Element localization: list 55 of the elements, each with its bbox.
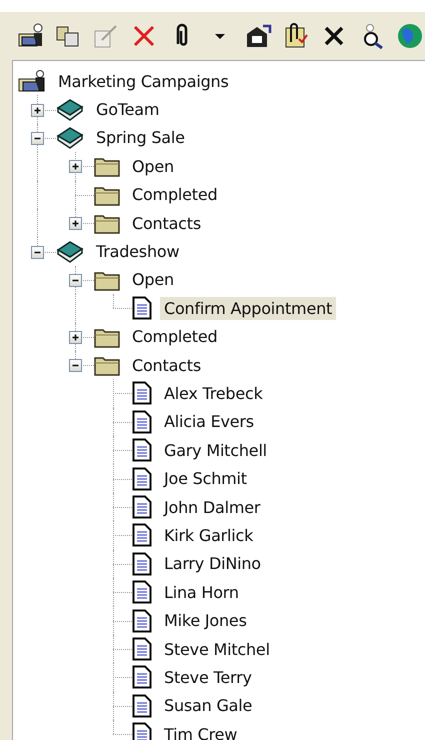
tree-item[interactable]: Susan Gale <box>160 694 256 718</box>
globe-icon[interactable] <box>396 22 424 50</box>
document-icon <box>132 381 152 406</box>
tree-item[interactable]: Contacts <box>128 354 205 377</box>
tree-item[interactable]: GoTeam <box>92 98 164 122</box>
expand-toggle[interactable] <box>31 132 44 145</box>
document-icon <box>132 523 152 548</box>
tree-item[interactable]: Open <box>128 154 178 178</box>
tree-item[interactable]: Tim Crew <box>160 722 242 740</box>
tree-item[interactable]: Tradeshow <box>92 240 184 264</box>
tree-item[interactable]: Alicia Evers <box>160 410 258 434</box>
document-icon <box>132 552 152 576</box>
book-icon <box>56 240 84 264</box>
tree-item[interactable]: Joe Schmit <box>160 467 251 490</box>
expand-toggle[interactable] <box>31 104 44 117</box>
plus-icon <box>71 332 80 342</box>
tree-item[interactable]: Mike Jones <box>160 609 251 632</box>
document-icon <box>132 410 152 434</box>
document-icon <box>132 438 152 462</box>
document-icon <box>132 694 152 718</box>
tree-item[interactable]: Alex Trebeck <box>160 382 267 405</box>
expand-toggle[interactable] <box>69 217 82 230</box>
tree-item[interactable]: Spring Sale <box>92 126 189 150</box>
plus-icon <box>71 162 80 172</box>
expand-toggle[interactable] <box>69 160 82 174</box>
tree-item[interactable]: Gary Mitchell <box>160 438 271 462</box>
tree-item[interactable]: Steve Mitchel <box>160 638 274 660</box>
document-icon <box>132 665 152 690</box>
tree-item[interactable]: Confirm Appointment <box>160 296 336 320</box>
tree-item[interactable]: Completed <box>128 325 222 348</box>
expand-toggle[interactable] <box>31 246 44 259</box>
document-icon <box>132 466 152 491</box>
expand-toggle[interactable] <box>69 274 82 287</box>
book-icon <box>56 98 84 122</box>
campaign-window-icon <box>18 69 46 94</box>
tree-item[interactable]: Open <box>128 268 178 292</box>
expand-toggle[interactable] <box>69 330 82 344</box>
tree-item[interactable]: Steve Terry <box>160 666 256 689</box>
plus-icon <box>71 219 80 228</box>
tree-item[interactable]: Marketing Campaigns <box>54 70 233 93</box>
tree-item[interactable]: Contacts <box>128 212 205 235</box>
tree-item[interactable]: Completed <box>128 183 222 206</box>
tree-item[interactable]: Kirk Garlick <box>160 524 258 547</box>
document-icon <box>132 296 152 320</box>
book-icon <box>56 126 84 150</box>
properties-icon[interactable] <box>244 22 272 50</box>
document-icon <box>132 608 152 633</box>
document-icon <box>132 637 152 661</box>
document-icon <box>132 495 152 520</box>
document-icon <box>132 580 152 604</box>
tree-item[interactable]: Larry DiNino <box>160 552 265 576</box>
tree-item[interactable]: John Dalmer <box>160 496 264 519</box>
tree-item[interactable]: Lina Horn <box>160 580 243 604</box>
expand-toggle[interactable] <box>69 359 82 372</box>
plus-icon <box>33 106 42 115</box>
